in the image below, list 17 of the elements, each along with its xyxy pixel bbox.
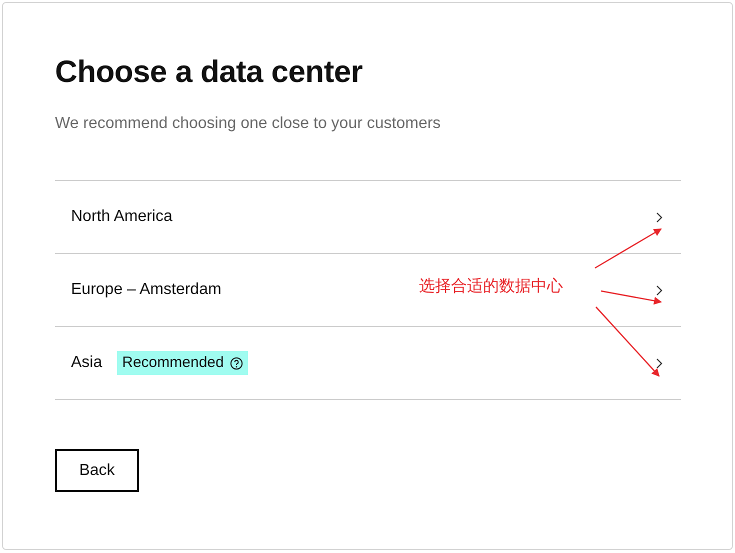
help-icon[interactable]	[230, 356, 243, 370]
chevron-right-icon	[656, 358, 663, 369]
badge-label: Recommended	[122, 352, 224, 373]
chevron-right-icon	[656, 284, 663, 296]
subtitle: We recommend choosing one close to your customers	[55, 114, 442, 134]
region-name: North America	[71, 207, 172, 228]
region-name: Europe – Amsterdam	[71, 280, 222, 300]
page-title: Choose a data center	[55, 53, 364, 90]
annotation-arrow	[594, 228, 662, 269]
region-name: Asia	[71, 353, 102, 374]
back-button[interactable]: Back	[55, 449, 139, 492]
chevron-right-icon	[656, 212, 663, 223]
region-item[interactable]: Asia Recommended	[55, 327, 681, 400]
region-item[interactable]: North America	[55, 181, 681, 254]
annotation-text: 选择合适的数据中心	[419, 276, 563, 297]
annotation-arrow	[596, 306, 660, 377]
annotation-arrow	[600, 290, 662, 305]
